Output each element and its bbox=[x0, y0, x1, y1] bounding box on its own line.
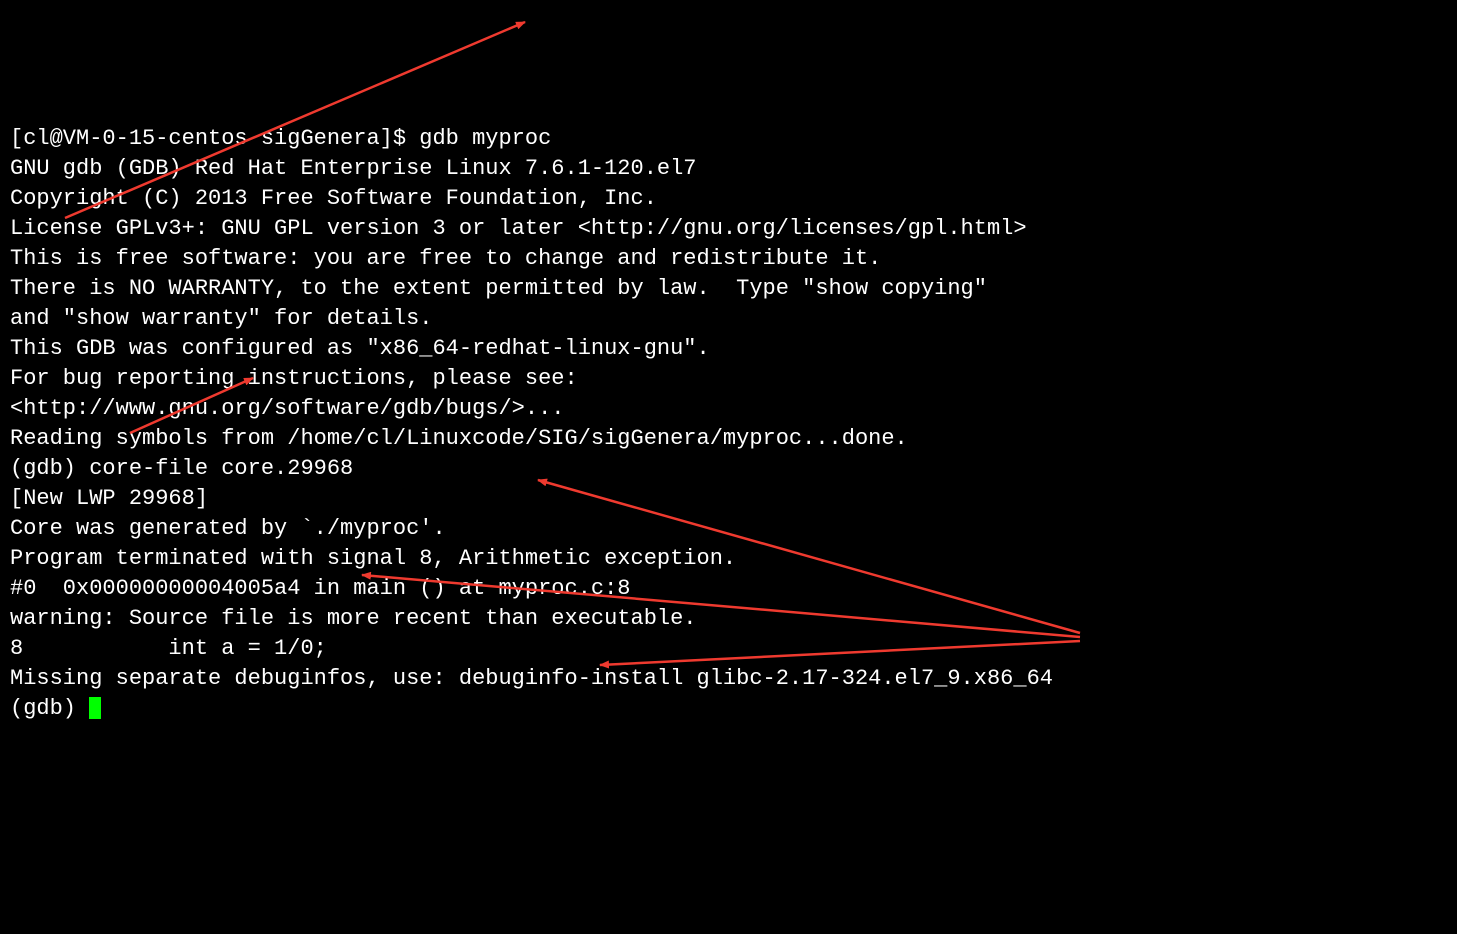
terminal-line: License GPLv3+: GNU GPL version 3 or lat… bbox=[10, 214, 1447, 244]
terminal-line: Reading symbols from /home/cl/Linuxcode/… bbox=[10, 424, 1447, 454]
terminal-line: #0 0x00000000004005a4 in main () at mypr… bbox=[10, 574, 1447, 604]
terminal-line: For bug reporting instructions, please s… bbox=[10, 364, 1447, 394]
terminal-line: Program terminated with signal 8, Arithm… bbox=[10, 544, 1447, 574]
terminal-line: This is free software: you are free to c… bbox=[10, 244, 1447, 274]
terminal-line: There is NO WARRANTY, to the extent perm… bbox=[10, 274, 1447, 304]
terminal-line: [cl@VM-0-15-centos sigGenera]$ gdb mypro… bbox=[10, 124, 1447, 154]
terminal-line: (gdb) bbox=[10, 694, 1447, 724]
terminal-line: 8 int a = 1/0; bbox=[10, 634, 1447, 664]
terminal-line: warning: Source file is more recent than… bbox=[10, 604, 1447, 634]
terminal-line: and "show warranty" for details. bbox=[10, 304, 1447, 334]
terminal-line: [New LWP 29968] bbox=[10, 484, 1447, 514]
terminal-line: Core was generated by `./myproc'. bbox=[10, 514, 1447, 544]
terminal-line: GNU gdb (GDB) Red Hat Enterprise Linux 7… bbox=[10, 154, 1447, 184]
terminal-line: <http://www.gnu.org/software/gdb/bugs/>.… bbox=[10, 394, 1447, 424]
terminal-line: This GDB was configured as "x86_64-redha… bbox=[10, 334, 1447, 364]
cursor bbox=[89, 697, 101, 719]
terminal-line: Missing separate debuginfos, use: debugi… bbox=[10, 664, 1447, 694]
terminal-output[interactable]: [cl@VM-0-15-centos sigGenera]$ gdb mypro… bbox=[10, 124, 1447, 724]
terminal-line: Copyright (C) 2013 Free Software Foundat… bbox=[10, 184, 1447, 214]
terminal-line: (gdb) core-file core.29968 bbox=[10, 454, 1447, 484]
